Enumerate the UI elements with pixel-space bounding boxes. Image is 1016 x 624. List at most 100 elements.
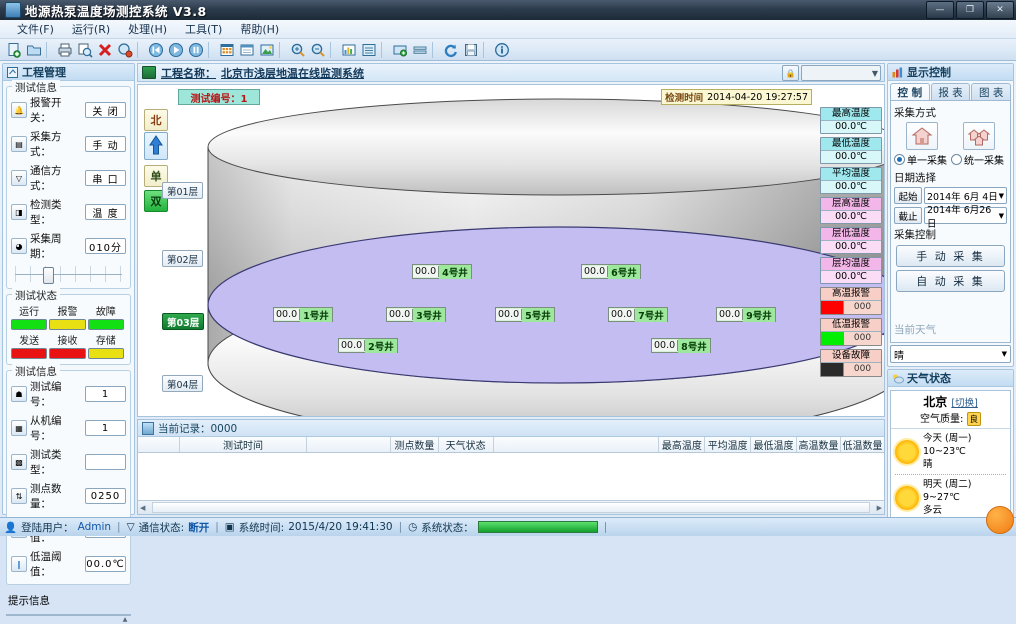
report-icon[interactable] [359, 40, 378, 59]
app-icon [5, 2, 21, 18]
col-header-weather[interactable]: 天气状态 [439, 437, 494, 452]
collect-period-value[interactable]: 010分 [85, 238, 126, 254]
col-header-low-count[interactable]: 低温数量 [841, 437, 884, 452]
print-icon[interactable] [55, 40, 74, 59]
current-weather-combo[interactable]: 晴 ▼ [890, 345, 1011, 363]
minimize-button[interactable]: — [926, 1, 954, 19]
play-icon[interactable] [166, 40, 185, 59]
records-scroll-thumb[interactable] [152, 502, 870, 513]
print-preview-icon[interactable] [75, 40, 94, 59]
col-header-avg-temp[interactable]: 平均温度 [705, 437, 752, 452]
col-header-max-temp[interactable]: 最高温度 [659, 437, 706, 452]
air-quality-label: 空气质量: [919, 414, 964, 425]
test-id-badge: 测试编号：1 [178, 89, 260, 105]
pause-icon[interactable] [186, 40, 205, 59]
layer-button-1[interactable]: 第01层 [162, 182, 204, 199]
records-hscrollbar[interactable]: ◀ ▶ [138, 500, 884, 514]
alarm-swatch-fault [821, 363, 844, 376]
search-record-icon[interactable] [115, 40, 134, 59]
col-header-time[interactable]: 测试时间 [180, 437, 307, 452]
close-button[interactable]: ✕ [986, 1, 1014, 19]
col-header-2[interactable] [307, 437, 392, 452]
save-icon[interactable] [461, 40, 480, 59]
slave-id-value[interactable]: 1 [85, 420, 126, 436]
export-icon[interactable] [390, 40, 409, 59]
menu-item-tools[interactable]: 工具(T) [176, 20, 231, 38]
col-header-5[interactable] [494, 437, 660, 452]
well-tag-2[interactable]: 00.0 2号井 [338, 338, 398, 353]
test-type-value[interactable] [85, 454, 126, 470]
layer-button-4[interactable]: 第04层 [162, 375, 204, 392]
tab-control[interactable]: 控 制 [890, 83, 930, 100]
col-header-high-count[interactable]: 高温数量 [797, 437, 841, 452]
detect-type-value[interactable]: 温 度 [85, 204, 126, 220]
compass-label-button[interactable]: 北 [144, 109, 168, 131]
layer-button-3[interactable]: 第03层 [162, 313, 205, 330]
scroll-right-icon[interactable]: ▶ [877, 504, 882, 512]
low-threshold-value[interactable]: 00.0℃ [85, 556, 126, 572]
weather-switch-link[interactable]: [切换] [951, 398, 977, 409]
slider-thumb[interactable] [43, 267, 54, 284]
well-tag-5[interactable]: 00.0 5号井 [495, 307, 555, 322]
chevron-down-icon[interactable]: ▼ [999, 192, 1004, 200]
well-tag-1[interactable]: 00.0 1号井 [273, 307, 333, 322]
well-tag-3[interactable]: 00.0 3号井 [386, 307, 446, 322]
well-tag-8[interactable]: 00.0 8号井 [651, 338, 711, 353]
radio-unified-collect[interactable]: 统一采集 [951, 152, 1004, 167]
well-tag-9[interactable]: 00.0 9号井 [716, 307, 776, 322]
zoom-out-icon[interactable] [308, 40, 327, 59]
menu-item-process[interactable]: 处理(H) [119, 20, 176, 38]
menu-item-help[interactable]: 帮助(H) [231, 20, 288, 38]
delete-icon[interactable] [95, 40, 114, 59]
collect-period-slider[interactable] [13, 265, 124, 284]
drawing-canvas[interactable]: 北 单 双 测试编号：1 检测时间 2014-04-20 19:27:57 第0… [137, 84, 885, 417]
maximize-button[interactable]: ❐ [956, 1, 984, 19]
col-header-0[interactable] [138, 437, 181, 452]
hint-textarea[interactable]: ▲ [6, 614, 131, 623]
menu-item-file[interactable]: 文件(F) [8, 20, 63, 38]
grid-view-icon[interactable] [217, 40, 236, 59]
point-count-value[interactable]: 0250 [85, 488, 126, 504]
refresh-icon[interactable] [441, 40, 460, 59]
scroll-left-icon[interactable]: ◀ [140, 504, 145, 512]
col-header-point-count[interactable]: 测点数量 [391, 437, 439, 452]
image-view-icon[interactable] [257, 40, 276, 59]
list-icon[interactable] [410, 40, 429, 59]
single-collect-icon[interactable] [906, 122, 939, 150]
auto-collect-button[interactable]: 自 动 采 集 [896, 270, 1005, 292]
open-folder-icon[interactable] [24, 40, 43, 59]
test-id-value[interactable]: 1 [85, 386, 126, 402]
tab-chart[interactable]: 图 表 [971, 83, 1012, 100]
alarm-switch-value[interactable]: 关 闭 [85, 102, 126, 118]
project-combo[interactable]: ▼ [801, 65, 881, 81]
corner-widget[interactable] [986, 506, 1014, 534]
manual-collect-button[interactable]: 手 动 采 集 [896, 245, 1005, 267]
form-view-icon[interactable] [237, 40, 256, 59]
tab-report[interactable]: 报 表 [930, 83, 971, 100]
lock-icon[interactable]: 🔒 [782, 65, 799, 81]
info-icon[interactable] [492, 40, 511, 59]
collect-mode-value[interactable]: 手 动 [85, 136, 126, 152]
first-record-icon[interactable] [146, 40, 165, 59]
col-header-min-temp[interactable]: 最低温度 [751, 437, 797, 452]
zoom-in-icon[interactable] [288, 40, 307, 59]
comm-mode-value[interactable]: 串 口 [85, 170, 126, 186]
date-end-field[interactable]: 2014年 6月26日 ▼ [924, 205, 1007, 230]
chevron-down-icon[interactable]: ▼ [999, 212, 1004, 220]
well-tag-6[interactable]: 00.0 6号井 [581, 264, 641, 279]
date-end-button[interactable]: 截止 [894, 207, 922, 224]
radio-single-collect[interactable]: 单一采集 [894, 152, 947, 167]
records-table-body[interactable] [138, 453, 884, 500]
chevron-down-icon[interactable]: ▼ [1002, 350, 1007, 358]
well-tag-4[interactable]: 00.0 4号井 [412, 264, 472, 279]
north-arrow-icon[interactable] [144, 132, 168, 160]
menu-item-run[interactable]: 运行(R) [63, 20, 119, 38]
chart-bar-icon[interactable] [339, 40, 358, 59]
layer-button-2[interactable]: 第02层 [162, 250, 204, 267]
date-start-button[interactable]: 起始 [894, 187, 922, 204]
scroll-up-icon[interactable]: ▲ [121, 616, 129, 624]
unified-collect-icon[interactable] [962, 122, 995, 150]
slider-track [15, 274, 122, 275]
new-file-icon[interactable] [4, 40, 23, 59]
well-tag-7[interactable]: 00.0 7号井 [608, 307, 668, 322]
